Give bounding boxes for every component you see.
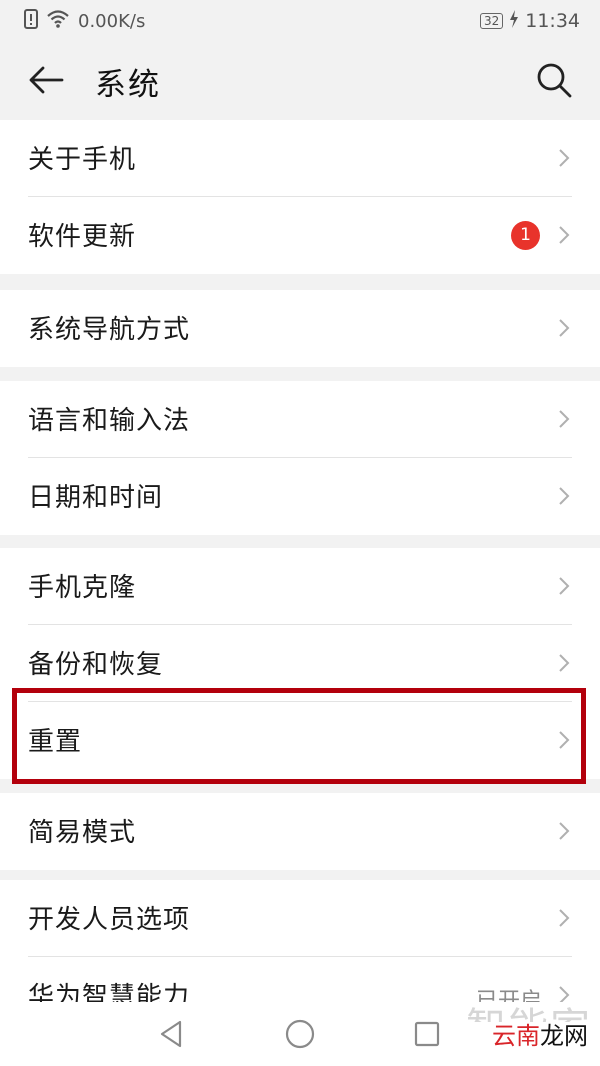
- status-bar: 0.00K/s 32 11:34: [0, 0, 600, 42]
- settings-item-date-time[interactable]: 日期和时间: [0, 458, 600, 535]
- settings-group-3: 语言和输入法 日期和时间: [0, 381, 600, 535]
- settings-item-label: 日期和时间: [28, 483, 164, 513]
- chevron-right-icon: [559, 909, 570, 927]
- settings-item-about-phone[interactable]: 关于手机: [0, 120, 600, 197]
- settings-item-label: 开发人员选项: [28, 905, 191, 935]
- settings-item-label: 系统导航方式: [28, 315, 191, 345]
- settings-group-4: 手机克隆 备份和恢复 重置 简易模式: [0, 548, 600, 870]
- back-triangle-icon[interactable]: [154, 1016, 190, 1052]
- settings-item-system-navigation[interactable]: 系统导航方式: [0, 290, 600, 367]
- search-icon[interactable]: [534, 60, 574, 100]
- settings-item-label: 备份和恢复: [28, 650, 164, 680]
- chevron-right-icon: [559, 487, 570, 505]
- arrow-left-icon[interactable]: [26, 60, 66, 100]
- chevron-right-icon: [559, 822, 570, 840]
- clock: 11:34: [525, 10, 580, 32]
- charging-icon: [509, 9, 519, 33]
- settings-group-5: 开发人员选项 华为智慧能力 已开启: [0, 880, 600, 1002]
- chevron-right-icon: [559, 654, 570, 672]
- settings-item-label: 重置: [28, 727, 83, 757]
- settings-item-language-input[interactable]: 语言和输入法: [0, 381, 600, 458]
- status-right: 32 11:34: [479, 8, 580, 34]
- update-count-badge: 1: [511, 221, 540, 250]
- settings-group-1: 关于手机 软件更新 1: [0, 120, 600, 274]
- settings-item-backup-restore[interactable]: 备份和恢复: [0, 625, 600, 702]
- settings-item-software-update[interactable]: 软件更新 1: [0, 197, 600, 274]
- recents-square-icon[interactable]: [409, 1016, 445, 1052]
- chevron-right-icon: [559, 149, 570, 167]
- settings-item-phone-clone[interactable]: 手机克隆: [0, 548, 600, 625]
- settings-group-2: 系统导航方式: [0, 290, 600, 367]
- app-header: 系统: [0, 42, 600, 120]
- settings-item-huawei-smart[interactable]: 华为智慧能力 已开启: [0, 957, 600, 1002]
- settings-item-value: 已开启: [475, 989, 542, 1002]
- chevron-right-icon: [559, 319, 570, 337]
- chevron-right-icon: [559, 577, 570, 595]
- settings-item-developer-options[interactable]: 开发人员选项: [0, 880, 600, 957]
- settings-item-label: 手机克隆: [28, 573, 137, 603]
- group-spacer: [0, 779, 600, 793]
- home-circle-icon[interactable]: [282, 1016, 318, 1052]
- settings-item-label: 软件更新: [28, 222, 137, 252]
- chevron-right-icon: [559, 410, 570, 428]
- sim-alert-icon: [24, 8, 38, 34]
- net-speed: 0.00K/s: [78, 10, 146, 32]
- status-left: 0.00K/s: [24, 8, 145, 34]
- chevron-right-icon: [559, 986, 570, 1002]
- battery-icon: 32: [479, 13, 504, 29]
- settings-item-simple-mode[interactable]: 简易模式: [0, 793, 600, 870]
- navigation-bar: [0, 1002, 600, 1066]
- settings-item-label: 简易模式: [28, 818, 137, 848]
- wifi-icon: [46, 9, 70, 34]
- settings-item-label: 关于手机: [28, 145, 137, 175]
- settings-item-label: 华为智慧能力: [28, 982, 191, 1002]
- page-title: 系统: [95, 67, 161, 103]
- chevron-right-icon: [559, 731, 570, 749]
- settings-item-label: 语言和输入法: [28, 406, 191, 436]
- chevron-right-icon: [559, 226, 570, 244]
- settings-item-reset[interactable]: 重置: [0, 702, 600, 779]
